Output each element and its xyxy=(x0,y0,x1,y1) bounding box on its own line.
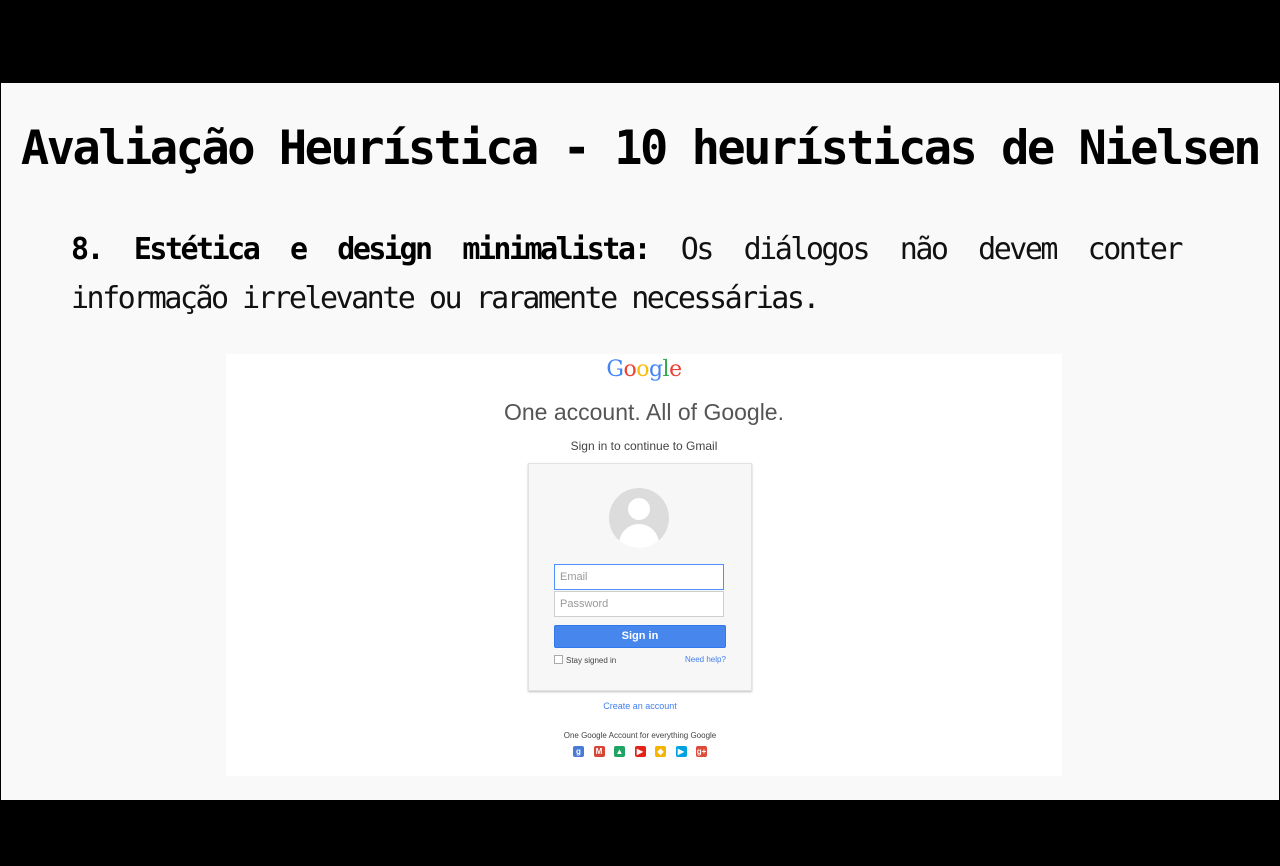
maps-icon[interactable]: ◆ xyxy=(655,746,666,757)
google-signin-screenshot: Google One account. All of Google. Sign … xyxy=(226,354,1062,776)
email-field[interactable]: Email xyxy=(554,564,724,590)
create-account-link[interactable]: Create an account xyxy=(226,701,1054,711)
drive-icon[interactable]: ▲ xyxy=(614,746,625,757)
signin-headline: One account. All of Google. xyxy=(503,399,784,425)
need-help-link[interactable]: Need help? xyxy=(685,655,726,664)
slide-title: Avaliação Heurística - 10 heurísticas de… xyxy=(20,121,1262,176)
signin-card: Email Password Sign in Stay signed in Ne… xyxy=(528,463,752,691)
google-logo: Google xyxy=(226,357,1062,382)
logo-letter: o xyxy=(636,357,649,382)
signin-button[interactable]: Sign in xyxy=(554,625,726,648)
youtube-icon[interactable]: ▶ xyxy=(634,746,646,757)
slide: Avaliação Heurística - 10 heurísticas de… xyxy=(1,83,1279,800)
logo-letter: g xyxy=(648,357,663,382)
checkbox-icon[interactable] xyxy=(554,655,563,664)
password-field[interactable]: Password xyxy=(554,591,724,617)
play-icon[interactable]: ▶ xyxy=(675,746,687,757)
stay-signed-in-label: Stay signed in xyxy=(566,656,617,665)
google-plus-red-icon[interactable]: g+ xyxy=(696,746,707,757)
logo-letter: G xyxy=(606,357,624,382)
heuristic-name: 8. Estética e design minimalista: xyxy=(71,232,652,267)
footer-text: One Google Account for everything Google xyxy=(563,731,717,740)
app-icons-row: g M ▲ ▶ ◆ ▶ g+ xyxy=(573,746,713,758)
logo-letter: o xyxy=(623,357,637,382)
google-plus-icon[interactable]: g xyxy=(573,746,584,757)
signin-subheadline: Sign in to continue to Gmail xyxy=(570,439,718,453)
heuristic-description: 8. Estética e design minimalista: Os diá… xyxy=(71,225,1184,323)
stay-signed-in-checkbox[interactable]: Stay signed in xyxy=(554,655,616,665)
avatar-icon xyxy=(609,488,669,548)
logo-letter: e xyxy=(669,357,682,382)
gmail-icon[interactable]: M xyxy=(593,746,605,757)
